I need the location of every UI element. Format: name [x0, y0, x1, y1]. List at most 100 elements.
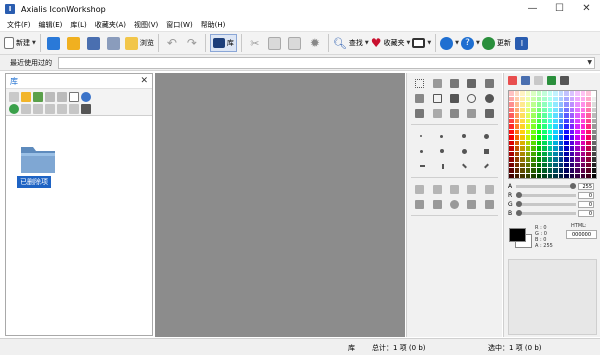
palette-cell[interactable]: [569, 173, 574, 178]
palette-open-icon[interactable]: [534, 76, 543, 85]
slider-r-value[interactable]: 0: [578, 192, 594, 199]
palette-cell[interactable]: [586, 96, 591, 101]
palette-cell[interactable]: [531, 118, 536, 123]
palette-cell[interactable]: [531, 91, 536, 96]
palette-cell[interactable]: [564, 162, 569, 167]
palette-cell[interactable]: [558, 146, 563, 151]
browse-button[interactable]: 浏览: [124, 34, 154, 52]
eraser-icon[interactable]: [467, 108, 477, 118]
palette-cell[interactable]: [514, 102, 519, 107]
palette-cell[interactable]: [542, 91, 547, 96]
rotate-icon[interactable]: [449, 199, 459, 209]
palette-cell[interactable]: [520, 140, 525, 145]
palette-cell[interactable]: [514, 113, 519, 118]
lib-add-icon[interactable]: [9, 104, 19, 114]
palette-cell[interactable]: [531, 157, 536, 162]
brush-size-2-icon[interactable]: [440, 134, 444, 138]
palette-cell[interactable]: [509, 135, 514, 140]
palette-cell[interactable]: [586, 173, 591, 178]
flip-icon[interactable]: [415, 199, 425, 209]
palette-cell[interactable]: [536, 135, 541, 140]
palette-cell[interactable]: [542, 151, 547, 156]
palette-cell[interactable]: [591, 140, 596, 145]
palette-cell[interactable]: [547, 102, 552, 107]
palette-cell[interactable]: [569, 96, 574, 101]
palette-cell[interactable]: [580, 124, 585, 129]
lib-edit-icon[interactable]: [45, 92, 55, 102]
iconworkshop-button[interactable]: I: [513, 34, 531, 52]
menu-help[interactable]: 帮助(H): [197, 20, 230, 30]
palette-cell[interactable]: [580, 113, 585, 118]
chevron-down-icon[interactable]: ▼: [455, 40, 459, 46]
palette-cell[interactable]: [531, 102, 536, 107]
palette-cell[interactable]: [558, 168, 563, 173]
palette-cell[interactable]: [547, 162, 552, 167]
palette-cell[interactable]: [520, 173, 525, 178]
palette-cell[interactable]: [514, 140, 519, 145]
palette-cell[interactable]: [569, 118, 574, 123]
palette-cell[interactable]: [536, 129, 541, 134]
palette-cell[interactable]: [542, 124, 547, 129]
effect-3-icon[interactable]: [449, 184, 459, 194]
palette-cell[interactable]: [514, 91, 519, 96]
palette-cell[interactable]: [553, 129, 558, 134]
palette-cell[interactable]: [564, 113, 569, 118]
palette-cell[interactable]: [520, 113, 525, 118]
redo-button[interactable]: ↷: [183, 34, 201, 52]
lib-list-icon[interactable]: [81, 104, 91, 114]
recent-dropdown[interactable]: ▼: [58, 57, 595, 69]
palette-cell[interactable]: [542, 168, 547, 173]
brush-size-4-icon[interactable]: [483, 133, 489, 139]
palette-cell[interactable]: [569, 129, 574, 134]
palette-cell[interactable]: [514, 124, 519, 129]
chevron-down-icon[interactable]: ▼: [32, 40, 36, 46]
palette-cell[interactable]: [525, 124, 530, 129]
palette-cell[interactable]: [558, 107, 563, 112]
palette-cell[interactable]: [553, 113, 558, 118]
palette-cell[interactable]: [564, 129, 569, 134]
palette-cell[interactable]: [580, 102, 585, 107]
shadow-icon[interactable]: [467, 199, 477, 209]
palette-cell[interactable]: [525, 102, 530, 107]
palette-cell[interactable]: [520, 157, 525, 162]
palette-cell[interactable]: [520, 107, 525, 112]
palette-cell[interactable]: [575, 113, 580, 118]
slider-a-value[interactable]: 255: [578, 183, 594, 190]
web-button[interactable]: ▼: [440, 34, 459, 52]
palette-cell[interactable]: [564, 107, 569, 112]
palette-cell[interactable]: [509, 96, 514, 101]
palette-cell[interactable]: [520, 102, 525, 107]
palette-cell[interactable]: [591, 135, 596, 140]
palette-cell[interactable]: [575, 124, 580, 129]
palette-cell[interactable]: [558, 118, 563, 123]
palette-cell[interactable]: [591, 113, 596, 118]
slider-a[interactable]: A 255: [508, 182, 597, 191]
brush-shape-1-icon[interactable]: [419, 149, 423, 153]
palette-cell[interactable]: [553, 140, 558, 145]
close-icon[interactable]: ✕: [140, 76, 148, 86]
palette-cell[interactable]: [509, 151, 514, 156]
palette-cell[interactable]: [591, 146, 596, 151]
palette-cell[interactable]: [569, 140, 574, 145]
palette-cell[interactable]: [531, 146, 536, 151]
palette-cell[interactable]: [547, 140, 552, 145]
rectangle-icon[interactable]: [432, 93, 442, 103]
palette-cell[interactable]: [558, 113, 563, 118]
cut-button[interactable]: ✂: [246, 34, 264, 52]
palette-cell[interactable]: [525, 157, 530, 162]
chevron-down-icon[interactable]: ▼: [365, 40, 369, 46]
palette-cell[interactable]: [509, 124, 514, 129]
palette-cell[interactable]: [580, 118, 585, 123]
palette-cell[interactable]: [536, 168, 541, 173]
palette-cell[interactable]: [580, 129, 585, 134]
palette-cell[interactable]: [514, 135, 519, 140]
palette-cell[interactable]: [575, 146, 580, 151]
palette-cell[interactable]: [586, 151, 591, 156]
find-button[interactable]: 🔍︎ 查找 ▼: [333, 34, 369, 52]
palette-cell[interactable]: [575, 173, 580, 178]
palette-cell[interactable]: [547, 173, 552, 178]
monitor-button[interactable]: ▼: [412, 34, 431, 52]
palette-cell[interactable]: [575, 157, 580, 162]
palette-cell[interactable]: [547, 107, 552, 112]
palette-cell[interactable]: [547, 146, 552, 151]
